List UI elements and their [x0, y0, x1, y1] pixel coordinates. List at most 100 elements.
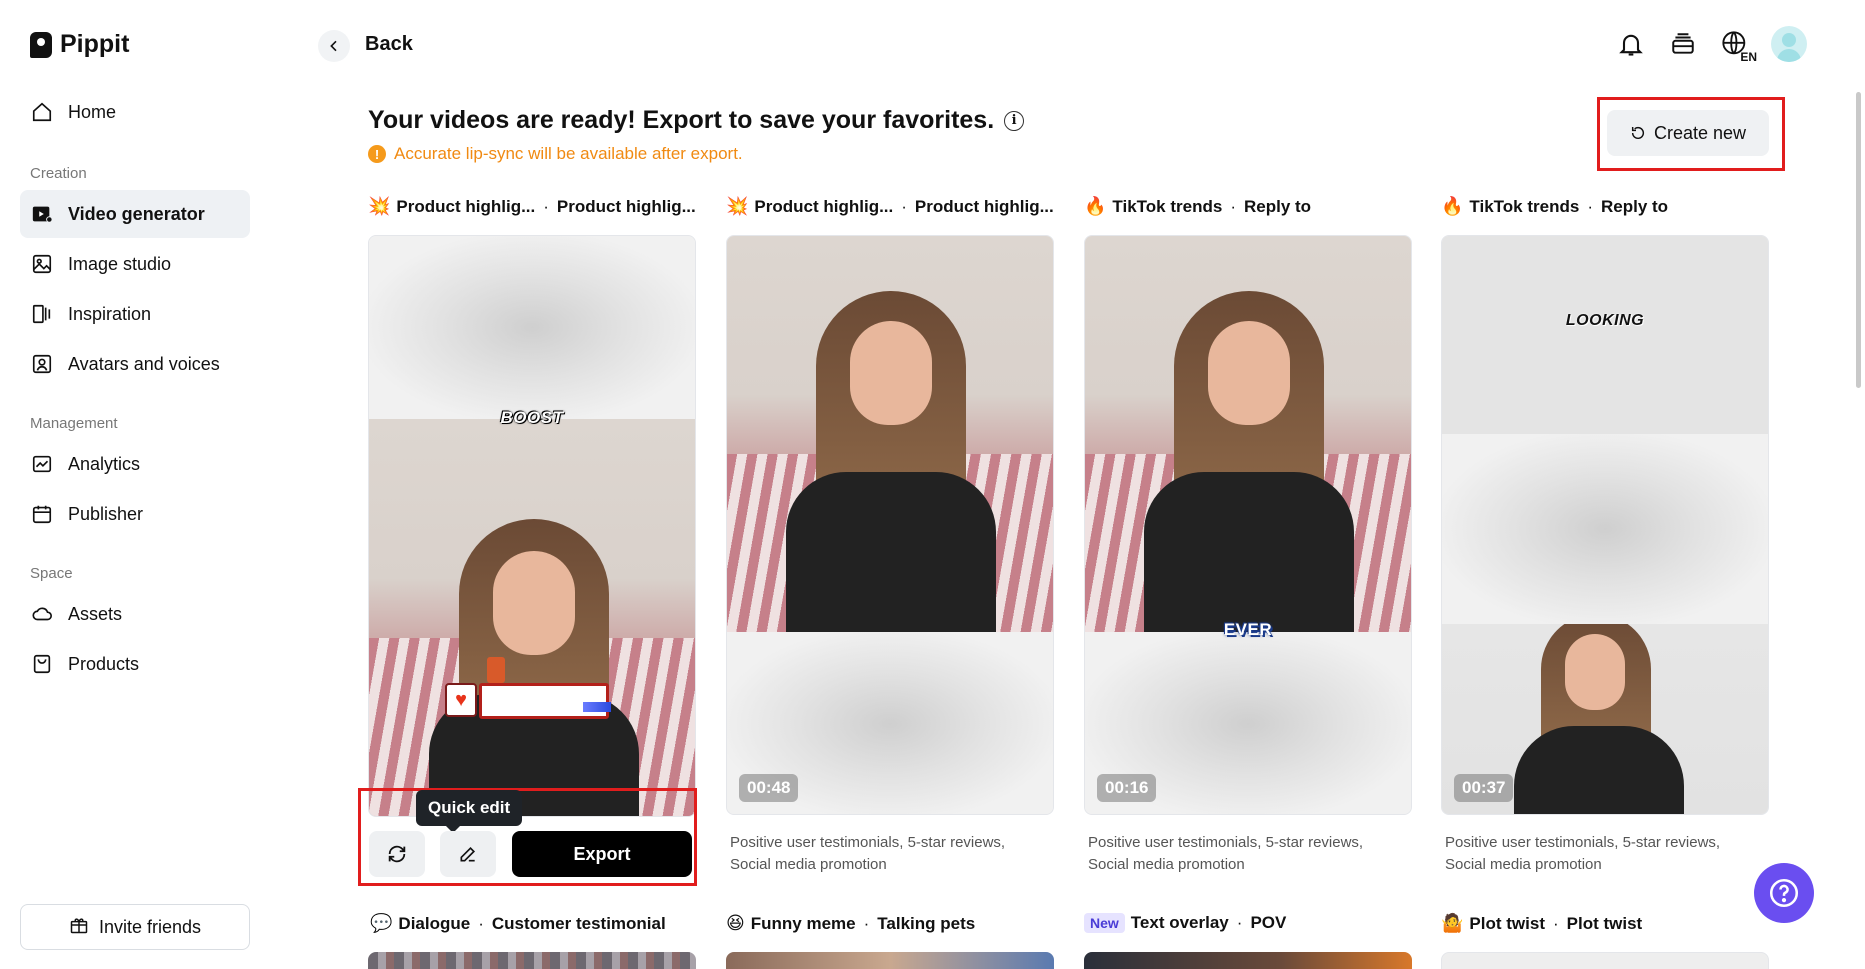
sidebar-item-assets[interactable]: Assets [20, 590, 250, 638]
sidebar-item-inspiration[interactable]: Inspiration [20, 290, 250, 338]
card-subtitle: Reply to [1601, 196, 1669, 216]
section-space: Space [30, 565, 73, 582]
language-code: EN [1740, 50, 1757, 64]
sidebar-item-label: Assets [68, 603, 123, 624]
duration-badge: 00:16 [1097, 774, 1157, 802]
create-new-label: Create new [1653, 122, 1747, 143]
user-avatar[interactable] [1771, 26, 1807, 62]
video-card[interactable]: EVER 00:16 [1084, 235, 1412, 815]
sidebar-item-label: Publisher [68, 503, 144, 524]
analytics-icon [30, 452, 54, 476]
help-button[interactable] [1754, 863, 1814, 923]
section-management: Management [30, 415, 118, 432]
video-thumbnail[interactable] [368, 952, 696, 969]
sidebar-item-avatars-voices[interactable]: Avatars and voices [20, 340, 250, 388]
card-subtitle: POV [1250, 913, 1287, 932]
sidebar-item-publisher[interactable]: Publisher [20, 490, 250, 538]
card-category: Plot twist [1469, 913, 1545, 933]
chat-icon: 💬 [370, 913, 393, 933]
heart-icon: ♥ [445, 683, 477, 717]
pippit-logo[interactable]: Pippit [30, 30, 129, 59]
card-subtitle: Product highlig... [914, 196, 1054, 216]
section-creation: Creation [30, 165, 87, 182]
create-new-button[interactable]: Create new [1607, 110, 1769, 156]
new-badge: New [1084, 913, 1125, 933]
shrug-icon: 🤷 [1441, 913, 1464, 933]
notice-text: Accurate lip-sync will be available afte… [394, 144, 743, 163]
card-category: Dialogue [398, 913, 471, 933]
sidebar-item-label: Analytics [68, 453, 141, 474]
sidebar-item-video-generator[interactable]: Video generator [20, 190, 250, 238]
invite-friends-label: Invite friends [98, 916, 202, 937]
video-thumbnail[interactable] [1084, 952, 1412, 969]
blurred-frame [1442, 434, 1768, 624]
page-title-text: Your videos are ready! Export to save yo… [368, 106, 995, 134]
video-card[interactable]: LOOKING 00:37 [1441, 235, 1769, 815]
video-thumbnail [369, 419, 695, 816]
card-category: Text overlay [1130, 913, 1229, 932]
sidebar-item-analytics[interactable]: Analytics [20, 440, 250, 488]
video-thumbnail[interactable] [726, 952, 1054, 969]
video-icon [30, 202, 54, 226]
laughing-icon: 😆 [726, 913, 745, 933]
fire-icon: 🔥 [1441, 196, 1464, 216]
language-icon[interactable]: EN [1719, 26, 1757, 64]
sidebar-item-label: Products [68, 653, 140, 674]
regenerate-icon [388, 845, 406, 863]
sidebar-item-products[interactable]: Products [20, 640, 250, 688]
card-category: TikTok trends [1112, 196, 1223, 216]
bell-icon[interactable] [1615, 26, 1647, 62]
sparkle-icon: 💥 [368, 196, 391, 216]
regenerate-button[interactable] [369, 831, 425, 877]
lip-sync-notice: ! Accurate lip-sync will be available af… [368, 144, 743, 164]
card-title: 💬 Dialogue · Customer testimonial [370, 913, 666, 933]
card-subtitle: Talking pets [877, 913, 976, 933]
sidebar-item-label: Avatars and voices [68, 353, 220, 374]
fire-icon: 🔥 [1084, 196, 1107, 216]
card-subtitle: Plot twist [1566, 913, 1643, 933]
sidebar-item-label: Home [68, 101, 117, 122]
card-category: Product highlig... [754, 196, 894, 216]
quick-edit-button[interactable] [440, 831, 496, 877]
sidebar-item-image-studio[interactable]: Image studio [20, 240, 250, 288]
card-category: Funny meme [750, 913, 856, 933]
avatar-icon [30, 352, 54, 376]
card-title: 🔥 TikTok trends · Reply to [1084, 196, 1312, 216]
scrollbar[interactable] [1856, 92, 1861, 388]
video-thumbnail [1085, 236, 1411, 632]
video-card[interactable]: 00:48 [726, 235, 1054, 815]
app-name: Pippit [60, 30, 130, 58]
card-subtitle: Product highlig... [556, 196, 696, 216]
subscription-icon[interactable] [1667, 26, 1699, 62]
question-icon [1769, 878, 1799, 908]
product-icon [30, 652, 54, 676]
card-title: 🔥 TikTok trends · Reply to [1441, 196, 1669, 216]
duration-badge: 00:37 [1454, 774, 1514, 802]
sidebar-item-home[interactable]: Home [20, 88, 250, 136]
chevron-left-icon [330, 40, 337, 52]
sticker-overlay: ♥ [445, 657, 611, 719]
export-button[interactable]: Export [512, 831, 692, 877]
gift-icon [69, 915, 89, 940]
video-card[interactable]: BOOST [368, 235, 696, 817]
sidebar-item-label: Image studio [68, 253, 172, 274]
calendar-icon [30, 502, 54, 526]
video-thumbnail[interactable] [1441, 952, 1769, 969]
warning-icon: ! [368, 145, 386, 163]
blurred-frame [369, 236, 695, 419]
card-description: Positive user testimonials, 5-star revie… [730, 834, 1006, 873]
card-category: TikTok trends [1469, 196, 1580, 216]
invite-friends-button[interactable]: Invite friends [20, 904, 250, 950]
video-caption: LOOKING [1565, 312, 1645, 329]
home-icon [30, 100, 54, 124]
card-title: 💥 Product highlig... · Product highlig..… [368, 196, 696, 216]
video-caption: EVER [1223, 620, 1273, 639]
image-icon [30, 252, 54, 276]
sidebar-item-label: Inspiration [68, 303, 152, 324]
top-toolbar: EN [1615, 26, 1807, 64]
back-button[interactable] [318, 30, 350, 62]
back-label[interactable]: Back [365, 33, 413, 56]
video-caption: BOOST [500, 408, 564, 427]
info-icon[interactable]: i [1004, 110, 1025, 131]
cloud-icon [30, 602, 54, 626]
